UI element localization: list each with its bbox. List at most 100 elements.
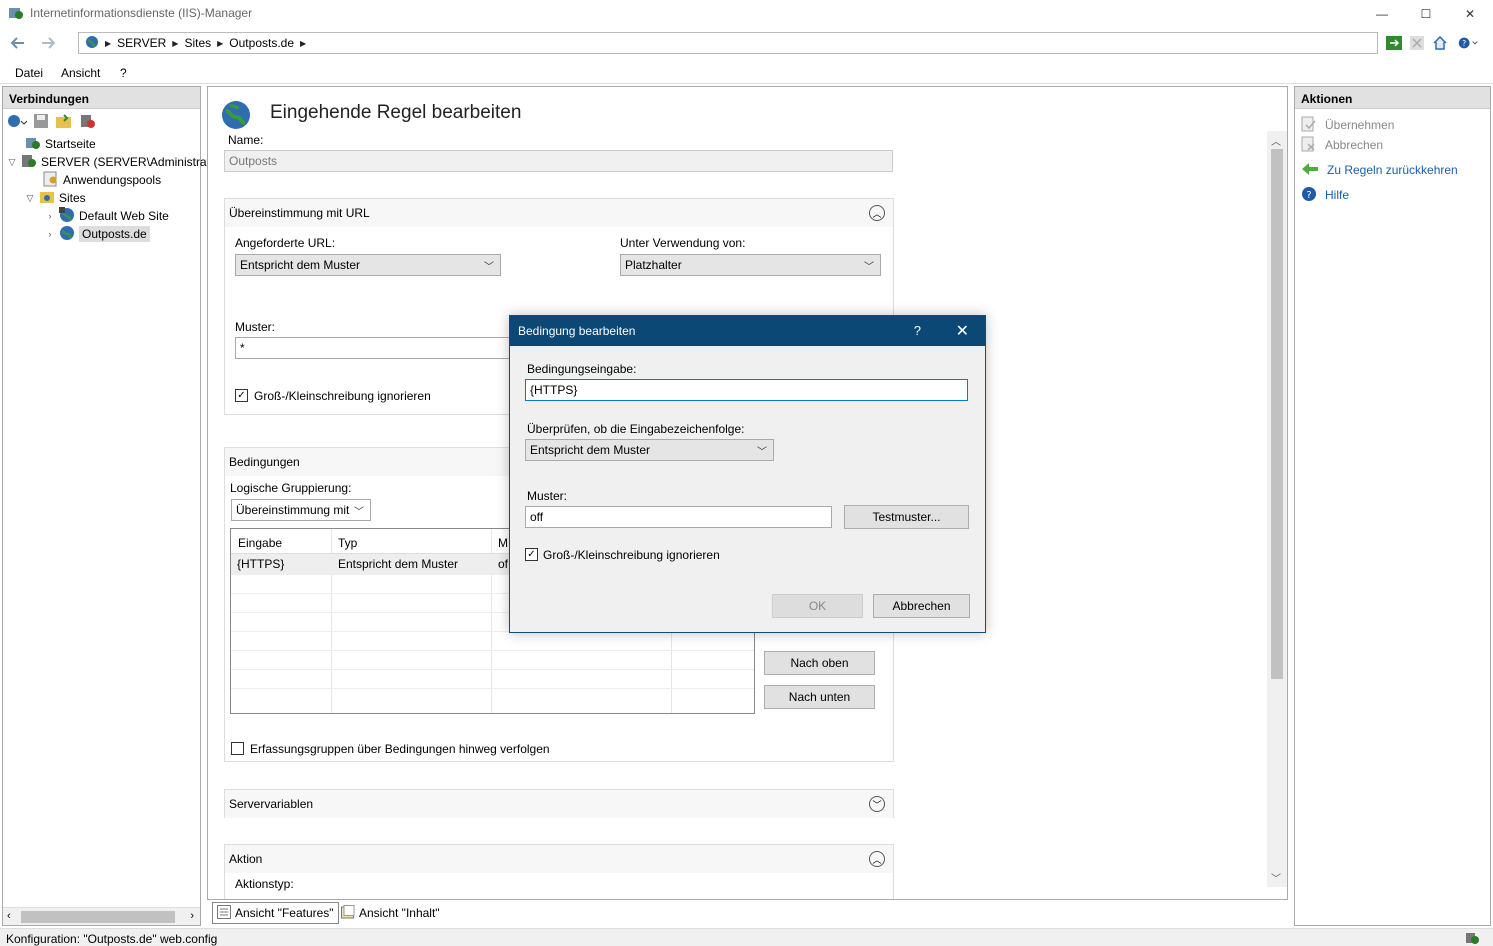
cancel-action[interactable]: Abbrechen xyxy=(1301,136,1383,154)
forward-button[interactable] xyxy=(36,32,60,54)
status-bar: Konfiguration: "Outposts.de" web.config xyxy=(0,928,1493,946)
dialog-cancel-button[interactable]: Abbrechen xyxy=(873,594,970,618)
column-header-input[interactable]: Eingabe xyxy=(238,536,282,550)
stop-icon[interactable] xyxy=(1407,33,1427,53)
breadcrumb-sites[interactable]: Sites xyxy=(184,36,211,50)
chevron-right-icon[interactable]: › xyxy=(45,229,55,239)
menu-ansicht[interactable]: Ansicht xyxy=(61,66,100,80)
using-select[interactable]: Platzhalter ﹀ xyxy=(620,254,881,276)
disconnect-icon[interactable] xyxy=(79,113,97,132)
requested-url-label: Angeforderte URL: xyxy=(235,236,336,250)
tree-item-server[interactable]: ▽ SERVER (SERVER\Administrator) xyxy=(7,153,225,171)
tree-item-default-web-site[interactable]: › Default Web Site xyxy=(45,206,169,226)
refresh-icon[interactable] xyxy=(1384,33,1404,53)
vertical-scrollbar[interactable]: ︿ ﹀ xyxy=(1267,131,1287,887)
move-down-button[interactable]: Nach unten xyxy=(764,685,875,709)
action-label: Übernehmen xyxy=(1325,118,1395,132)
window-title: Internetinformationsdienste (IIS)-Manage… xyxy=(30,6,253,20)
select-value: Entspricht dem Muster xyxy=(240,258,361,272)
back-button[interactable] xyxy=(6,32,30,54)
horizontal-scrollbar[interactable]: ‹ › xyxy=(3,907,200,925)
tree-label: Startseite xyxy=(45,137,96,151)
action-type-label: Aktionstyp: xyxy=(235,877,294,891)
save-icon[interactable] xyxy=(33,113,49,132)
breadcrumb-separator-icon[interactable]: ▶ xyxy=(300,39,306,48)
connect-icon[interactable] xyxy=(7,113,28,132)
dialog-help-button[interactable]: ? xyxy=(914,323,921,338)
cell-type: Entspricht dem Muster xyxy=(338,557,459,571)
scrollbar-thumb[interactable] xyxy=(1271,149,1283,679)
test-pattern-button[interactable]: Testmuster... xyxy=(844,505,969,529)
actions-panel: Aktionen Übernehmen Abbrechen Zu Regeln … xyxy=(1294,86,1491,926)
scroll-down-icon[interactable]: ﹀ xyxy=(1271,870,1281,885)
chevron-up-icon[interactable]: ︿ xyxy=(869,205,885,221)
requested-url-select[interactable]: Entspricht dem Muster ﹀ xyxy=(235,254,501,276)
maximize-button[interactable]: ☐ xyxy=(1403,0,1449,28)
chevron-down-icon: ﹀ xyxy=(354,507,364,518)
help-dropdown-icon[interactable]: ? xyxy=(1458,33,1478,53)
breadcrumb-server[interactable]: SERVER xyxy=(117,36,166,50)
chevron-down-icon: ﹀ xyxy=(757,447,767,458)
dialog-pattern-field[interactable]: off xyxy=(525,506,832,528)
back-to-rules-action[interactable]: Zu Regeln zurückkehren xyxy=(1301,161,1458,179)
tab-content-view[interactable]: Ansicht "Inhalt" xyxy=(337,902,444,924)
content-view-icon xyxy=(341,904,355,922)
site-globe-icon xyxy=(59,206,75,226)
tree-item-startseite[interactable]: Startseite xyxy=(25,135,96,153)
check-if-select[interactable]: Entspricht dem Muster ﹀ xyxy=(525,439,774,461)
dialog-ignore-case-checkbox[interactable]: ✓ xyxy=(525,548,538,561)
tree-label: Anwendungspools xyxy=(63,173,162,187)
cell-pattern: of xyxy=(498,557,509,571)
connections-panel: Verbindungen Startseite ▽ SERVER (SERVER… xyxy=(2,86,225,926)
action-label: Hilfe xyxy=(1325,188,1350,202)
tab-features-view[interactable]: Ansicht "Features" xyxy=(212,902,339,924)
name-field[interactable]: Outposts xyxy=(224,150,893,172)
chevron-right-icon[interactable]: › xyxy=(45,211,55,221)
dialog-close-button[interactable]: ✕ xyxy=(956,321,969,341)
condition-input-label: Bedingungseingabe: xyxy=(527,362,637,376)
tab-label: Ansicht "Features" xyxy=(235,906,334,920)
home-icon[interactable] xyxy=(1430,33,1450,53)
menu-datei[interactable]: Datei xyxy=(15,66,43,80)
move-up-button[interactable]: Nach oben xyxy=(764,651,875,675)
minimize-button[interactable]: — xyxy=(1359,0,1405,28)
breadcrumb-outposts[interactable]: Outposts.de xyxy=(229,36,294,50)
scrollbar-thumb[interactable] xyxy=(21,911,175,923)
dialog-pattern-label: Muster: xyxy=(527,489,568,503)
scroll-left-icon[interactable]: ‹ xyxy=(7,910,11,922)
page-title: Eingehende Regel bearbeiten xyxy=(270,102,522,123)
chevron-down-icon[interactable]: ▽ xyxy=(7,157,17,168)
apply-action[interactable]: Übernehmen xyxy=(1301,116,1394,134)
help-action[interactable]: ? Hilfe xyxy=(1301,186,1349,204)
track-groups-checkbox[interactable] xyxy=(231,742,244,755)
column-header-type[interactable]: Typ xyxy=(338,536,357,550)
ok-button[interactable]: OK xyxy=(772,594,863,618)
globe-icon xyxy=(85,35,99,52)
tree-item-apppools[interactable]: Anwendungspools xyxy=(43,171,161,189)
condition-input-field[interactable]: {HTTPS} xyxy=(525,379,968,401)
address-row: ▶ SERVER ▶ Sites ▶ Outposts.de ▶ ? xyxy=(0,28,1493,58)
tree-item-outposts[interactable]: › Outposts.de xyxy=(45,225,150,243)
chevron-down-icon: ﹀ xyxy=(864,262,874,273)
scroll-right-icon[interactable]: › xyxy=(190,910,194,922)
chevron-down-icon[interactable]: ▽ xyxy=(25,193,35,204)
using-label: Unter Verwendung von: xyxy=(620,236,746,250)
window-close-button[interactable]: ✕ xyxy=(1447,0,1493,28)
track-groups-label: Erfassungsgruppen über Bedingungen hinwe… xyxy=(250,742,550,756)
open-folder-icon[interactable] xyxy=(55,113,73,132)
select-value: Platzhalter xyxy=(625,258,682,272)
sites-folder-icon xyxy=(39,189,55,208)
select-value: Entspricht dem Muster xyxy=(530,443,651,457)
chevron-up-icon[interactable]: ︿ xyxy=(869,851,885,867)
scroll-up-icon[interactable]: ︿ xyxy=(1271,133,1281,148)
column-header-pattern[interactable]: M xyxy=(498,536,508,550)
grouping-select[interactable]: Übereinstimmung mit ﹀ xyxy=(231,499,371,521)
svg-text:?: ? xyxy=(1462,39,1466,48)
chevron-down-icon[interactable]: ﹀ xyxy=(869,796,885,812)
svg-text:?: ? xyxy=(1306,190,1311,201)
menu-help[interactable]: ? xyxy=(120,66,127,80)
ignore-case-checkbox[interactable]: ✓ xyxy=(235,389,248,402)
address-bar[interactable]: ▶ SERVER ▶ Sites ▶ Outposts.de ▶ xyxy=(78,32,1378,54)
help-icon: ? xyxy=(1301,186,1317,205)
tree-item-sites[interactable]: ▽ Sites xyxy=(25,189,86,207)
